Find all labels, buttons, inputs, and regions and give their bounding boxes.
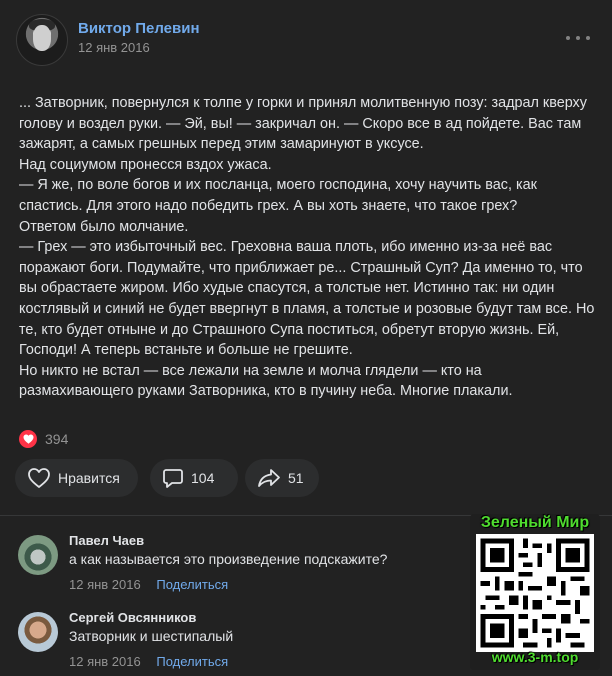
commenter-avatar[interactable]	[18, 535, 58, 575]
more-options-icon[interactable]	[566, 32, 590, 44]
comment-share-link[interactable]: Поделиться	[156, 654, 228, 669]
comment-author[interactable]: Сергей Овсянников	[69, 610, 196, 625]
heart-icon	[19, 430, 37, 448]
reaction-count: 394	[45, 431, 69, 447]
heart-outline-icon	[27, 467, 51, 489]
comment-button[interactable]: 104	[150, 459, 238, 497]
reaction-summary[interactable]: 394	[19, 429, 68, 449]
post-paragraph: Ответом было молчание.	[19, 218, 189, 235]
post-paragraph: Но никто не встал — все лежали на земле …	[19, 362, 513, 400]
comment-meta: 12 янв 2016 Поделиться	[69, 577, 228, 592]
like-button[interactable]: Нравится	[15, 459, 138, 497]
post-date[interactable]: 12 янв 2016	[78, 40, 150, 55]
post-text: ... Затворник, повернулся к толпе у горк…	[19, 93, 597, 402]
qr-code	[476, 534, 594, 652]
post-paragraph: — Я же, по воле богов и их посланца, мое…	[19, 177, 537, 214]
post-paragraph: Над социумом пронесся вздох ужаса.	[19, 156, 272, 173]
comment-text: а как называется это произведение подска…	[69, 551, 388, 567]
share-button[interactable]: 51	[245, 459, 319, 497]
post-paragraph: — Грех — это избыточный вес. Греховна ва…	[19, 239, 595, 359]
comment-date[interactable]: 12 янв 2016	[69, 654, 141, 669]
share-icon	[257, 467, 281, 489]
comment-share-link[interactable]: Поделиться	[156, 577, 228, 592]
post-author-name[interactable]: Виктор Пелевин	[78, 20, 200, 37]
comment-icon	[162, 467, 184, 489]
comment-date[interactable]: 12 янв 2016	[69, 577, 141, 592]
author-avatar[interactable]	[16, 14, 68, 66]
watermark-title: Зеленый Мир	[480, 514, 590, 531]
comment-count: 104	[191, 470, 215, 486]
like-label: Нравится	[58, 470, 120, 486]
comment-meta: 12 янв 2016 Поделиться	[69, 654, 228, 669]
share-count: 51	[288, 470, 304, 486]
comment-author[interactable]: Павел Чаев	[69, 533, 144, 548]
watermark: Зеленый Мир www.3-m.top	[470, 514, 600, 670]
watermark-url: www.3-m.top	[491, 649, 579, 665]
post-paragraph: ... Затворник, повернулся к толпе у горк…	[19, 95, 587, 153]
comment-text: Затворник и шестипалый	[69, 628, 234, 644]
commenter-avatar[interactable]	[18, 612, 58, 652]
